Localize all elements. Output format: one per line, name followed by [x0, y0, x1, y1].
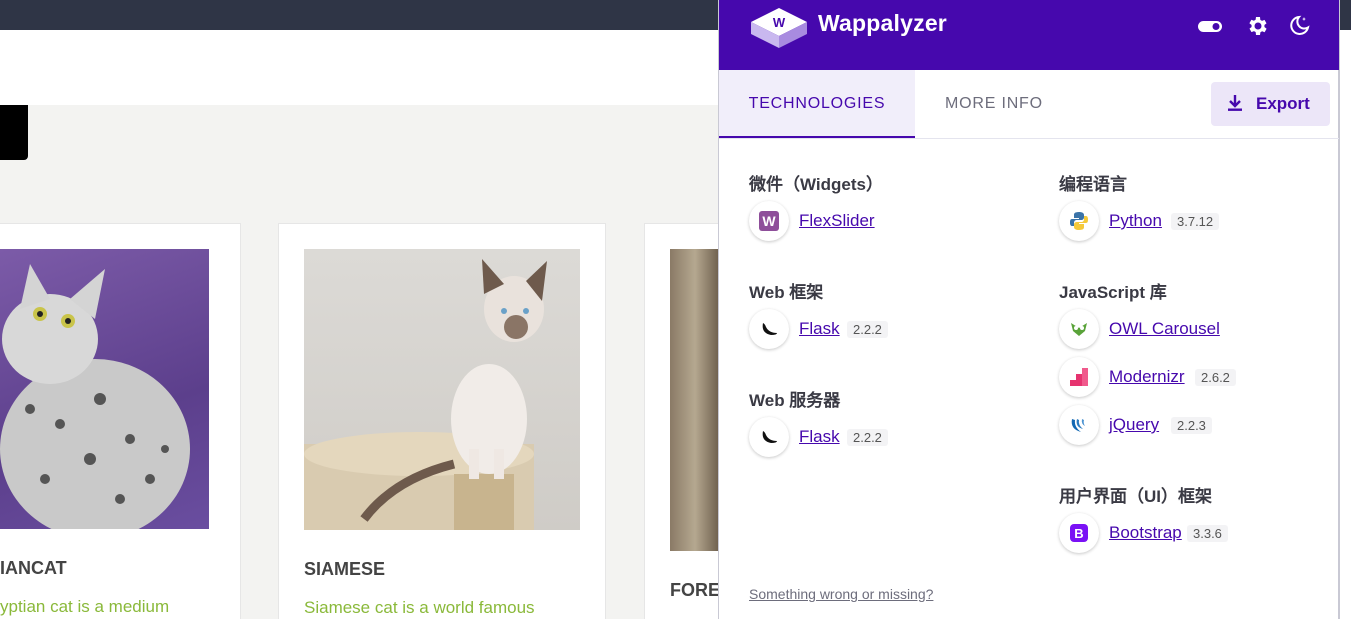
version-badge: 2.2.2	[847, 429, 888, 446]
version-badge: 3.3.6	[1187, 525, 1228, 542]
version-badge: 3.7.12	[1171, 213, 1220, 230]
cat-card-description: yptian cat is a medium	[0, 597, 170, 616]
technology-link[interactable]: jQuery	[1109, 415, 1159, 435]
category-heading-ui-frameworks: 用户界面（UI）框架	[1059, 487, 1212, 506]
tab-more-info[interactable]: MORE INFO	[945, 70, 1043, 138]
download-icon	[1228, 95, 1242, 111]
site-menu-block[interactable]	[0, 105, 28, 160]
tab-bar: TECHNOLOGIES MORE INFO Export	[719, 70, 1339, 139]
version-badge: 2.2.2	[847, 321, 888, 338]
cat-photo	[0, 249, 209, 529]
export-label: Export	[1256, 94, 1310, 113]
svg-text:W: W	[762, 213, 776, 229]
report-issue-link[interactable]: Something wrong or missing?	[749, 586, 933, 602]
cat-photo	[304, 249, 580, 530]
category-heading-web-frameworks: Web 框架	[749, 283, 824, 302]
category-heading-javascript-libraries: JavaScript 库	[1059, 283, 1167, 302]
tab-technologies[interactable]: TECHNOLOGIES	[719, 70, 915, 138]
technology-link[interactable]: FlexSlider	[799, 211, 875, 231]
owl-carousel-icon	[1059, 309, 1099, 349]
category-heading-web-servers: Web 服务器	[749, 391, 841, 410]
toggle-icon[interactable]	[1197, 14, 1222, 38]
python-icon	[1059, 201, 1099, 241]
cat-card-title: FORE	[670, 580, 721, 600]
gear-icon[interactable]	[1245, 14, 1269, 38]
technology-link[interactable]: Python	[1109, 211, 1162, 231]
svg-text:W: W	[773, 15, 786, 30]
technology-link[interactable]: Modernizr	[1109, 367, 1185, 387]
popup-header: W Wappalyzer	[719, 0, 1339, 70]
category-heading-programming-languages: 编程语言	[1059, 175, 1127, 194]
wappalyzer-popup: W Wappalyzer TECHNOLOGIES MORE INFO Expo…	[718, 0, 1340, 619]
site-header	[0, 30, 720, 105]
export-button[interactable]: Export	[1211, 82, 1330, 126]
category-heading-widgets: 微件（Widgets）	[749, 175, 883, 194]
modernizr-icon	[1059, 357, 1099, 397]
cat-card-title: SIAMESE	[304, 559, 386, 579]
flexslider-icon: W	[749, 201, 789, 241]
cat-photo	[670, 249, 720, 551]
cat-card-title: IANCAT	[0, 558, 67, 578]
version-badge: 2.6.2	[1195, 369, 1236, 386]
version-badge: 2.2.3	[1171, 417, 1212, 434]
wappalyzer-logo-icon: W	[749, 0, 809, 52]
jquery-icon	[1059, 405, 1099, 445]
technology-link[interactable]: Flask	[799, 319, 840, 339]
flask-icon	[749, 417, 789, 457]
cat-card-description: Siamese cat is a world famous	[304, 598, 535, 617]
svg-text:B: B	[1074, 526, 1083, 541]
technology-link[interactable]: Flask	[799, 427, 840, 447]
flask-icon	[749, 309, 789, 349]
bootstrap-icon: B	[1059, 513, 1099, 553]
moon-icon[interactable]	[1287, 14, 1311, 38]
technology-link[interactable]: Bootstrap	[1109, 523, 1182, 543]
technology-link[interactable]: OWL Carousel	[1109, 319, 1220, 339]
brand-name: Wappalyzer	[818, 10, 947, 36]
